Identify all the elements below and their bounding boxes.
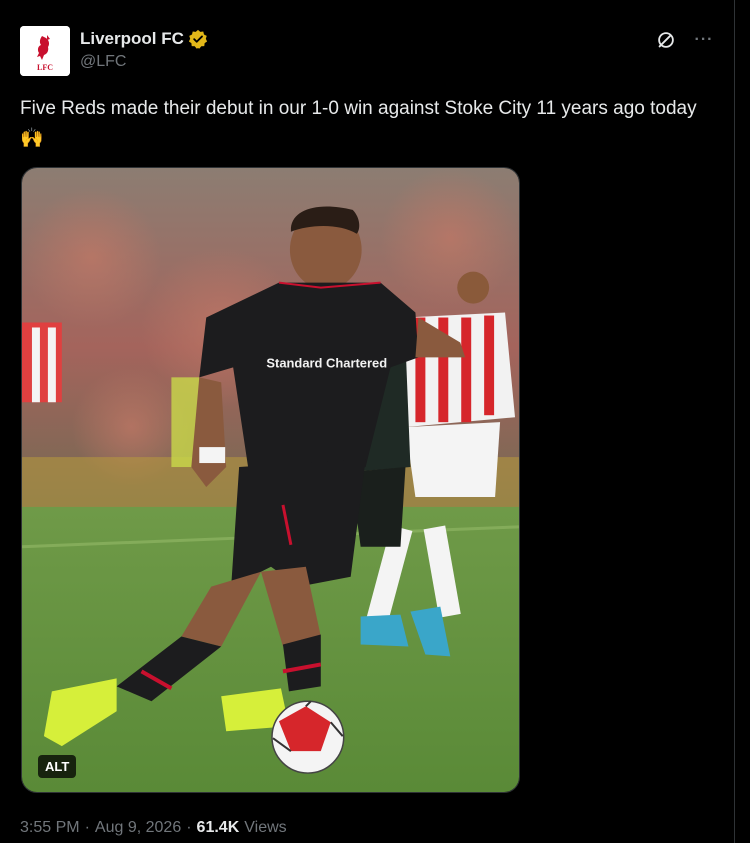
alt-text-badge[interactable]: ALT	[38, 755, 77, 778]
account-handle[interactable]: @LFC	[80, 53, 208, 71]
shirt-sponsor-text: Standard Chartered	[266, 355, 387, 370]
grok-icon[interactable]	[654, 28, 678, 52]
more-options-icon[interactable]: ···	[692, 28, 716, 52]
lfc-crest-icon: LFC	[20, 26, 70, 76]
right-gutter	[735, 0, 750, 843]
display-name-row: Liverpool FC	[80, 28, 208, 50]
account-names: Liverpool FC @LFC	[80, 28, 208, 71]
meta-separator: ·	[84, 819, 90, 836]
tweet-date[interactable]: Aug 9, 2026	[95, 819, 181, 837]
tweet-body: Five Reds made their debut in our 1-0 wi…	[20, 98, 697, 119]
tweet-photo[interactable]: Standard Chartered ALT	[21, 167, 520, 793]
display-name[interactable]: Liverpool FC	[80, 29, 184, 49]
tweet-time[interactable]: 3:55 PM	[20, 819, 80, 837]
tweet-text: Five Reds made their debut in our 1-0 wi…	[20, 94, 720, 154]
tweet-header: LFC Liverpool FC @LFC ···	[20, 26, 716, 76]
football-photo: Standard Chartered	[22, 168, 519, 792]
header-actions: ···	[654, 28, 716, 52]
views-label: Views	[244, 819, 287, 836]
svg-text:LFC: LFC	[37, 63, 53, 72]
avatar[interactable]: LFC	[20, 26, 70, 76]
views-count[interactable]: 61.4K	[197, 819, 240, 837]
more-glyph: ···	[694, 31, 714, 48]
tweet-card: LFC Liverpool FC @LFC ··· Five Reds made…	[0, 0, 736, 843]
verified-badge-icon[interactable]	[188, 29, 208, 49]
meta-separator-2: ·	[186, 819, 192, 836]
raising-hands-emoji: 🙌	[20, 128, 44, 149]
tweet-meta: 3:55 PM · Aug 9, 2026 · 61.4K Views	[20, 819, 287, 837]
